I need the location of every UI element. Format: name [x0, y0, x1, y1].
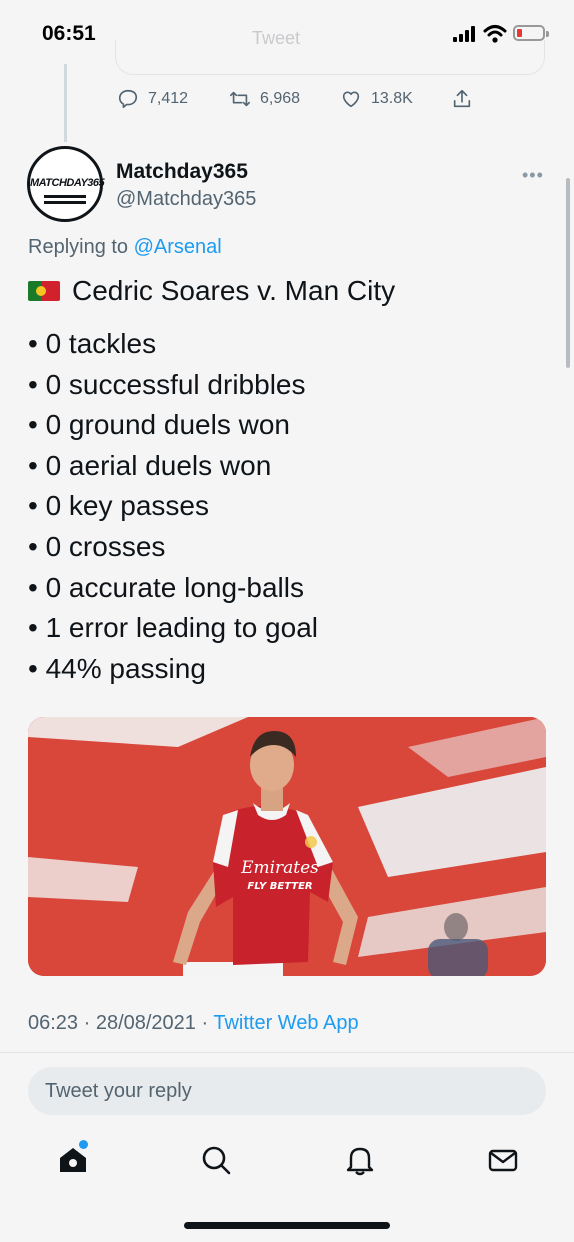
battery-icon — [513, 25, 549, 41]
replying-to-prefix: Replying to — [28, 236, 134, 258]
stat-line: • 1 error leading to goal — [28, 612, 318, 644]
reply-input-placeholder: Tweet your reply — [45, 1080, 192, 1102]
tweet-meta: 06:23 · 28/08/2021 · Twitter Web App — [28, 1012, 359, 1035]
retweet-action[interactable]: 6,968 — [229, 88, 300, 110]
user-handle[interactable]: @Matchday365 — [116, 188, 256, 211]
mail-icon[interactable] — [486, 1143, 520, 1177]
shirt-sponsor-line1: Emirates — [240, 858, 319, 878]
shirt-sponsor-line2: FLY BETTER — [247, 881, 312, 892]
avatar-logo-text: MATCHDAY365 — [30, 177, 105, 189]
tweet-photo[interactable]: Emirates FLY BETTER — [28, 717, 546, 976]
stat-line: • 0 successful dribbles — [28, 368, 306, 400]
divider — [0, 1052, 574, 1053]
player-photo-illustration: Emirates FLY BETTER — [28, 717, 546, 976]
stat-line: • 0 crosses — [28, 530, 166, 562]
reply-action[interactable]: 7,412 — [117, 88, 188, 110]
share-icon — [453, 89, 471, 108]
portugal-flag-icon — [28, 281, 60, 301]
bell-icon[interactable] — [343, 1143, 377, 1177]
more-options-icon[interactable]: ••• — [522, 165, 544, 186]
stat-line: • 0 ground duels won — [28, 409, 290, 441]
replying-to-mention[interactable]: @Arsenal — [134, 236, 222, 258]
stat-line: • 0 aerial duels won — [28, 449, 272, 481]
stat-line: • 44% passing — [28, 652, 206, 684]
like-count: 13.8K — [371, 90, 413, 107]
retweet-icon — [230, 91, 250, 107]
status-time: 06:51 — [42, 22, 96, 45]
reply-input[interactable]: Tweet your reply — [28, 1067, 546, 1115]
thread-connector-line — [64, 64, 67, 142]
stat-line: • 0 accurate long-balls — [28, 571, 304, 603]
like-action[interactable]: 13.8K — [340, 88, 413, 110]
reply-icon — [118, 89, 138, 109]
stat-line: • 0 key passes — [28, 490, 210, 522]
tweet-timestamp: 06:23 · 28/08/2021 · — [28, 1012, 214, 1034]
retweet-count: 6,968 — [260, 90, 301, 107]
home-indicator[interactable] — [184, 1222, 390, 1229]
replying-to: Replying to @Arsenal — [28, 236, 222, 259]
heart-icon — [342, 91, 360, 108]
tweet-headline-row: Cedric Soares v. Man City — [28, 275, 395, 307]
source-app-link[interactable]: Twitter Web App — [213, 1012, 358, 1034]
scrollbar[interactable] — [566, 178, 570, 368]
share-action[interactable] — [451, 88, 473, 110]
quoted-card-edge — [115, 40, 545, 75]
tweet-headline: Cedric Soares v. Man City — [72, 275, 396, 306]
reply-count: 7,412 — [148, 90, 189, 107]
notification-dot — [79, 1140, 88, 1149]
search-icon[interactable] — [199, 1143, 233, 1177]
stats-list: • 0 tackles • 0 successful dribbles • 0 … — [28, 324, 318, 689]
display-name[interactable]: Matchday365 — [116, 160, 248, 184]
avatar[interactable]: MATCHDAY365 — [27, 146, 105, 222]
stat-line: • 0 tackles — [28, 328, 157, 359]
